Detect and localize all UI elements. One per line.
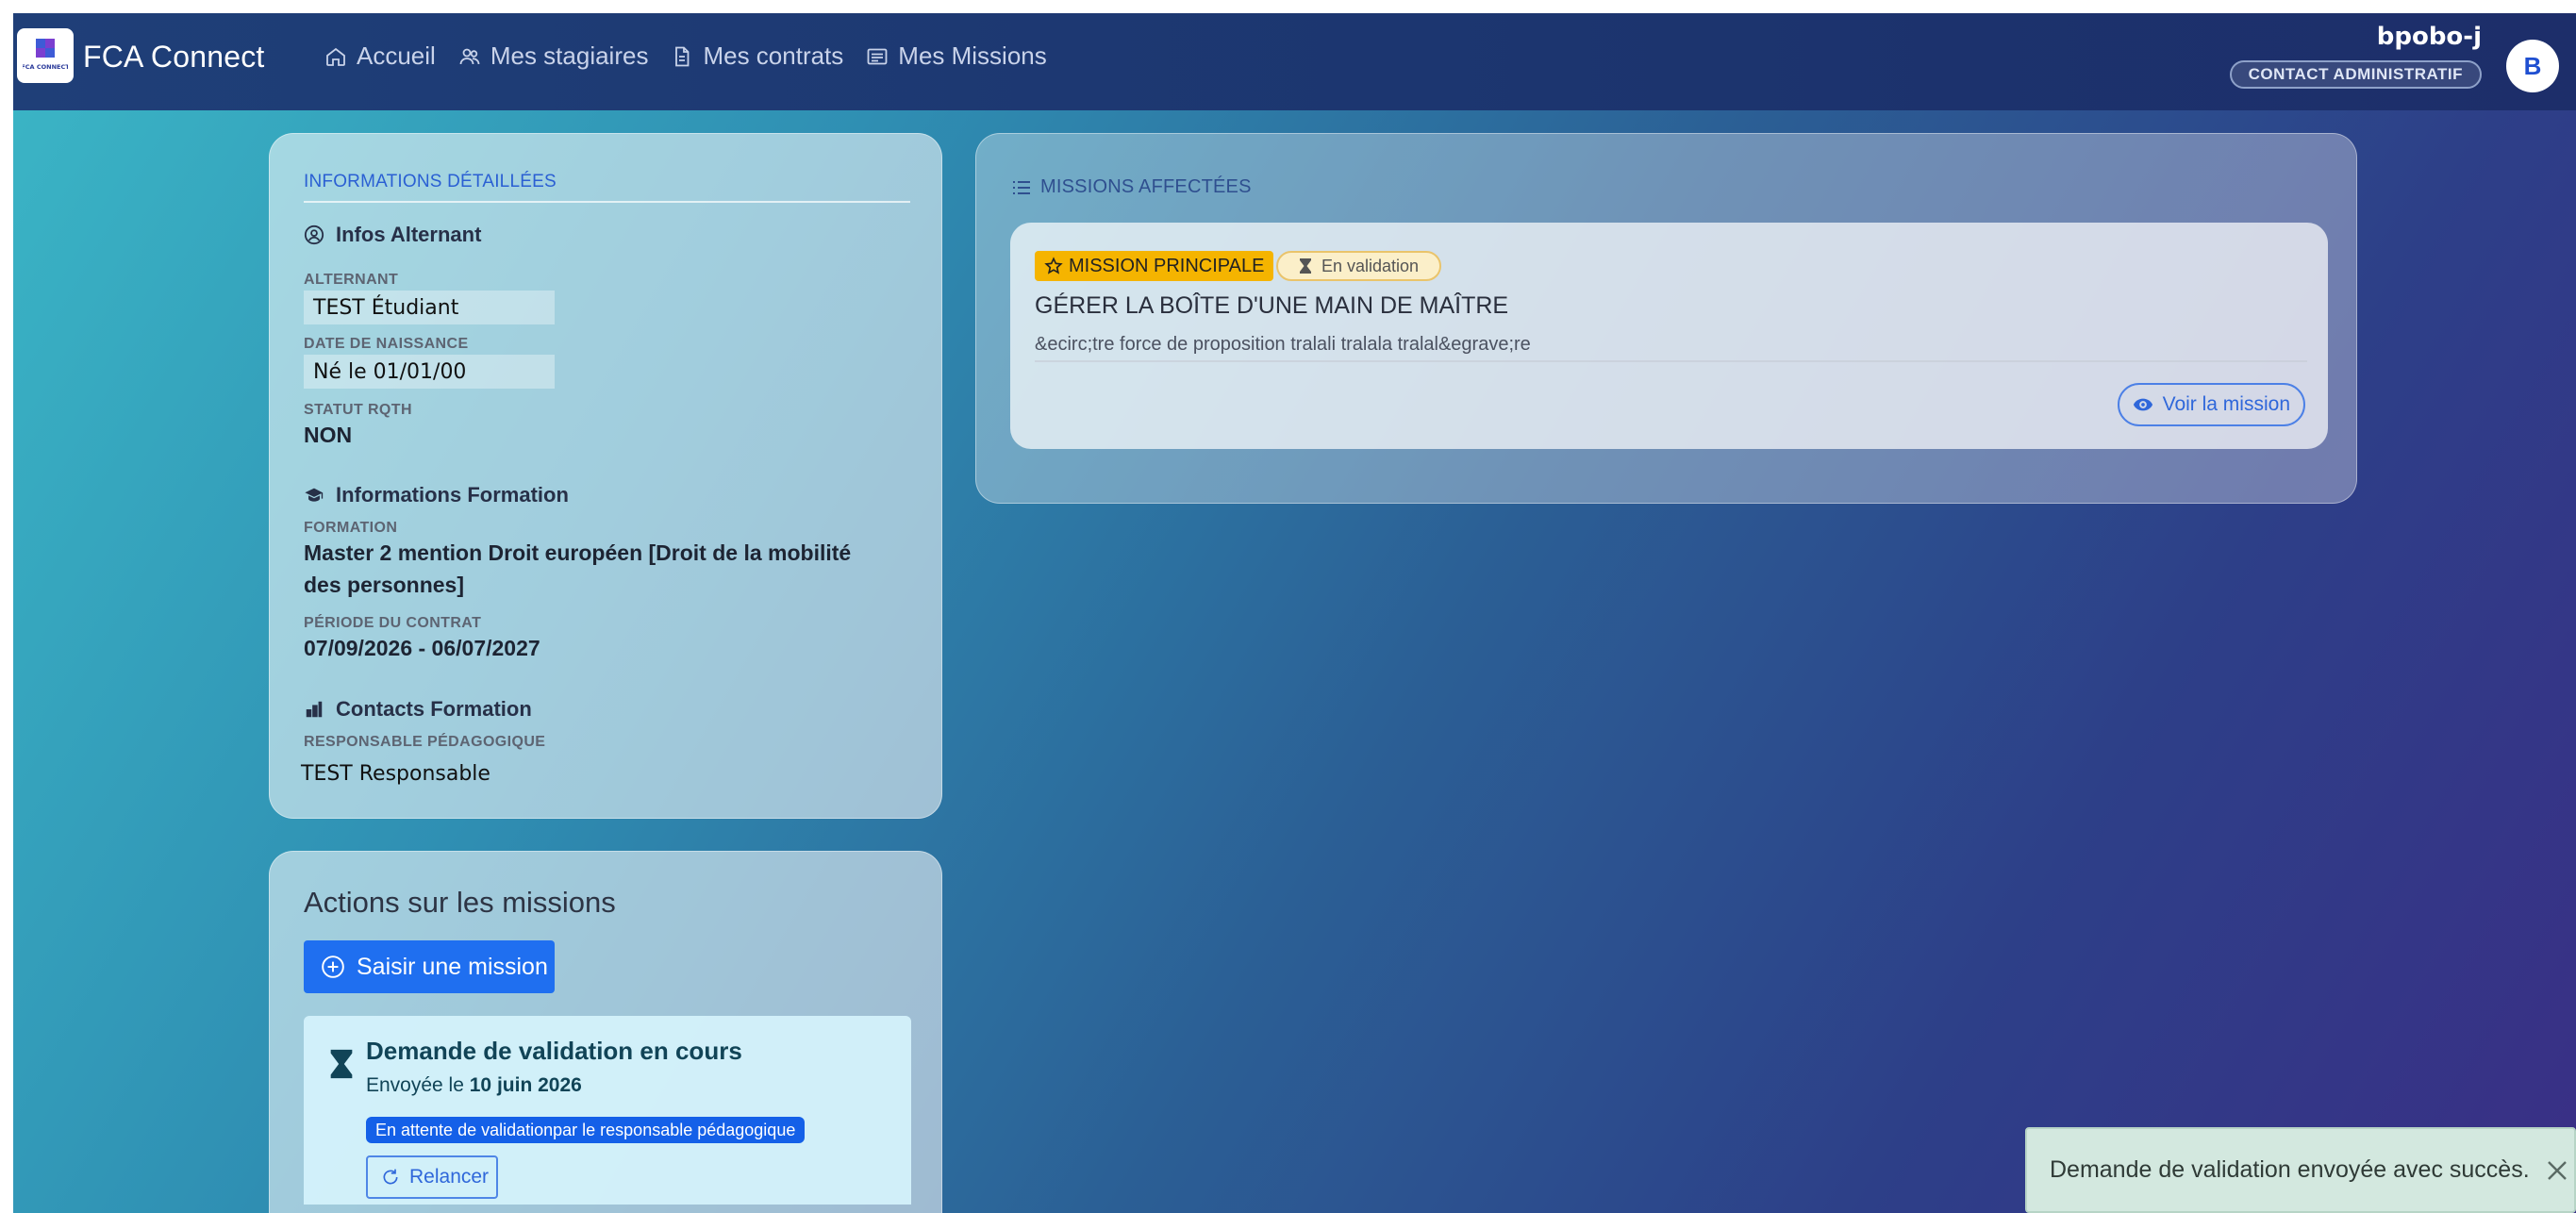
informations-formation-heading: Informations Formation — [304, 483, 569, 507]
contract-period-label: PÉRIODE DU CONTRAT — [304, 615, 482, 631]
contacts-formation-heading: Contacts Formation — [304, 697, 532, 722]
mission-status-badge: En validation — [1276, 251, 1442, 281]
alternant-label: ALTERNANT — [304, 272, 399, 288]
alternant-name-value: TEST Étudiant — [304, 291, 555, 324]
actions-title: Actions sur les missions — [304, 886, 616, 919]
app-logo[interactable]: FCA CONNECT — [17, 28, 74, 83]
document-icon — [675, 46, 690, 66]
rqth-value: NON — [304, 423, 353, 447]
nav-accueil[interactable]: Accueil — [324, 42, 436, 71]
details-divider — [304, 201, 910, 203]
missions-section-title: MISSIONS AFFECTÉES — [1012, 176, 1252, 198]
avatar[interactable]: B — [2506, 40, 2559, 92]
mission-principal-badge: MISSION PRINCIPALE — [1035, 251, 1274, 281]
responsable-value: TEST Responsable — [301, 762, 490, 786]
building-icon — [306, 701, 323, 718]
infos-alternant-heading: Infos Alternant — [304, 223, 481, 247]
formation-value: Master 2 mention Droit européen [Droit d… — [304, 540, 852, 597]
validation-title: Demande de validation en cours — [366, 1037, 742, 1065]
username: bpobo-j — [2376, 23, 2482, 51]
infos-alternant-heading-text: Infos Alternant — [336, 223, 482, 246]
details-card: INFORMATIONS DÉTAILLÉES Infos Alternant … — [269, 133, 942, 819]
contract-period-value: 07/09/2026 - 06/07/2027 — [304, 636, 540, 660]
validation-sent-date-value: 10 juin 2026 — [469, 1074, 582, 1096]
main-nav: Accueil Mes stagiaires Mes contrats Mes … — [324, 42, 1047, 71]
rqth-label: STATUT RQTH — [304, 402, 412, 418]
missions-card: MISSIONS AFFECTÉES MISSION PRINCIPALE En… — [975, 133, 2357, 504]
close-icon[interactable] — [2540, 1154, 2574, 1188]
actions-card: Actions sur les missions Saisir une miss… — [269, 851, 942, 1213]
birth-date-value: Né le 01/01/00 — [304, 355, 555, 389]
add-mission-button-label: Saisir une mission — [357, 953, 548, 980]
view-mission-button[interactable]: Voir la mission — [2117, 383, 2305, 426]
missions-section-title-text: MISSIONS AFFECTÉES — [1040, 176, 1252, 197]
nav-accueil-label: Accueil — [357, 42, 436, 70]
app-name[interactable]: FCA Connect — [83, 40, 265, 75]
role-badge: CONTACT ADMINISTRATIF — [2229, 60, 2482, 89]
list-icon — [1013, 180, 1030, 194]
mission-status-badge-text: En validation — [1321, 256, 1420, 275]
relaunch-button-label: Relancer — [409, 1166, 490, 1188]
id-card-icon — [867, 48, 888, 64]
mission-card: MISSION PRINCIPALE En validation GÉRER L… — [1010, 223, 2328, 449]
mission-principal-badge-text: MISSION PRINCIPALE — [1069, 255, 1265, 276]
eye-icon — [2133, 398, 2152, 411]
validation-status-pill: En attente de validationpar le responsab… — [366, 1117, 806, 1143]
formation-label: FORMATION — [304, 520, 398, 536]
add-mission-button[interactable]: Saisir une mission — [304, 940, 555, 993]
svg-text:FCA CONNECT: FCA CONNECT — [23, 63, 68, 71]
users-icon — [459, 48, 480, 64]
plus-circle-icon — [322, 955, 344, 978]
home-icon — [326, 47, 345, 66]
refresh-icon — [383, 1169, 398, 1185]
nav-mes-stagiaires[interactable]: Mes stagiaires — [458, 42, 649, 71]
toast-message: Demande de validation envoyée avec succè… — [2050, 1156, 2530, 1183]
relaunch-button[interactable]: Relancer — [366, 1155, 498, 1199]
top-navbar: FCA CONNECT FCA Connect Accueil Mes stag… — [13, 13, 2576, 110]
validation-status-panel: Demande de validation en cours Envoyée l… — [304, 1016, 911, 1205]
details-section-title: INFORMATIONS DÉTAILLÉES — [304, 172, 557, 191]
contacts-formation-heading-text: Contacts Formation — [336, 697, 532, 721]
mission-description: &ecirc;tre force de proposition tralali … — [1035, 334, 1531, 355]
logo-icon: FCA CONNECT — [23, 39, 68, 71]
user-info: bpobo-j CONTACT ADMINISTRATIF — [2229, 23, 2482, 89]
responsable-label: RESPONSABLE PÉDAGOGIQUE — [304, 734, 546, 750]
hourglass-icon — [1300, 258, 1311, 274]
mission-divider — [1035, 360, 2307, 362]
nav-mes-missions-label: Mes Missions — [898, 42, 1047, 70]
graduation-cap-icon — [305, 488, 324, 502]
nav-mes-missions[interactable]: Mes Missions — [866, 42, 1047, 71]
nav-mes-stagiaires-label: Mes stagiaires — [490, 42, 649, 70]
birth-date-label: DATE DE NAISSANCE — [304, 336, 469, 352]
validation-sent-date: Envoyée le 10 juin 2026 — [366, 1074, 582, 1097]
mission-title: GÉRER LA BOÎTE D'UNE MAIN DE MAÎTRE — [1035, 292, 1509, 319]
view-mission-button-label: Voir la mission — [2162, 393, 2290, 415]
success-toast: Demande de validation envoyée avec succè… — [2025, 1127, 2576, 1213]
validation-sent-prefix: Envoyée le — [366, 1074, 470, 1096]
informations-formation-heading-text: Informations Formation — [336, 483, 569, 507]
nav-mes-contrats[interactable]: Mes contrats — [671, 42, 843, 71]
nav-mes-contrats-label: Mes contrats — [703, 42, 844, 70]
hourglass-icon — [330, 1049, 353, 1079]
user-circle-icon — [304, 224, 324, 245]
star-icon — [1044, 257, 1063, 274]
app-frame: FCA CONNECT FCA Connect Accueil Mes stag… — [13, 13, 2576, 1213]
